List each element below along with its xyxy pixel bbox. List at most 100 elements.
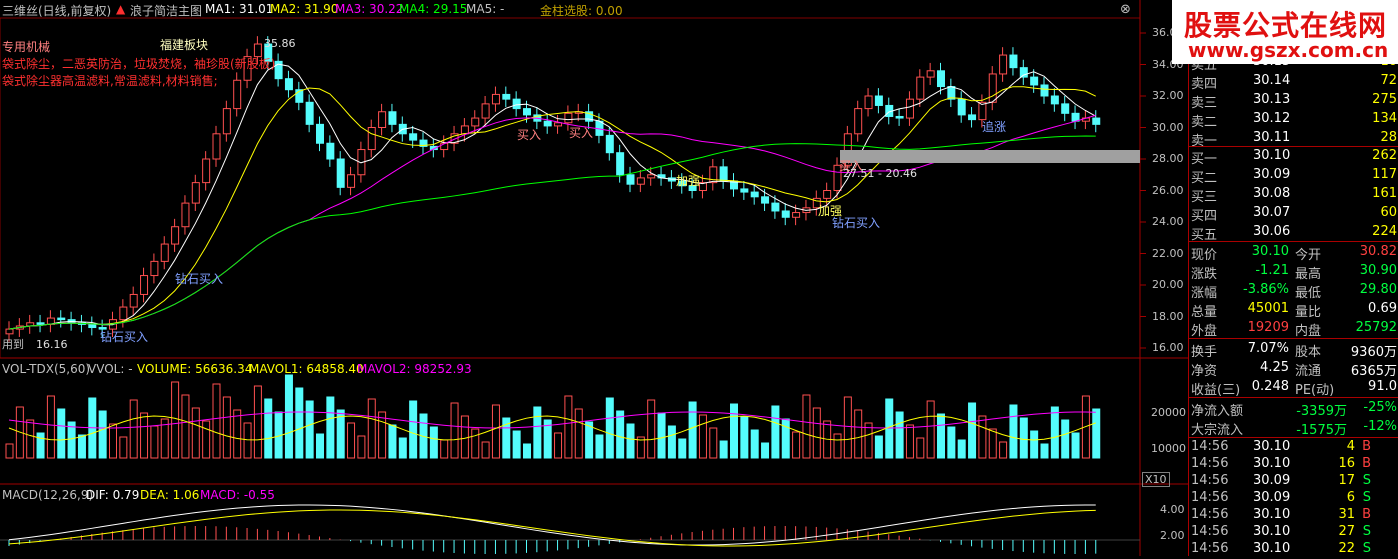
tick-row[interactable]: 14:56 30.10 22 S	[1189, 540, 1398, 559]
volume-bar	[688, 401, 697, 459]
flow-row[interactable]: 大宗流入 -1575万 -12%	[1189, 418, 1398, 438]
high-price-label: 35.86	[264, 37, 296, 50]
vol-tick-10000: 10000	[1151, 442, 1186, 455]
volume-bar	[1071, 432, 1080, 459]
volume-bar	[1040, 443, 1049, 459]
volume-indicator-name[interactable]: VOL-TDX(5,60)	[2, 362, 90, 376]
candle-body	[409, 133, 418, 141]
volume-bar	[926, 400, 935, 459]
site-logo: 股票公式在线网 www.gszx.com.cn	[1172, 0, 1398, 64]
quote-row[interactable]: 总量 45001 量比 0.69	[1189, 300, 1398, 320]
candle-body	[202, 158, 211, 184]
quote-label-2: 今开	[1295, 248, 1322, 263]
fund-row[interactable]: 净资 4.25 流通 6365万	[1189, 359, 1398, 379]
fund-label-2: 流通	[1295, 364, 1322, 379]
volume-bar	[605, 397, 614, 459]
stock-title[interactable]: 三维丝(日线,前复权)	[2, 2, 111, 19]
bid-row[interactable]: 买一 30.10 262	[1189, 147, 1398, 167]
candle-body	[968, 114, 977, 121]
tick-volume: 31	[1338, 507, 1355, 522]
quote-row[interactable]: 外盘 19209 内盘 25792	[1189, 319, 1398, 339]
dif-line	[8, 504, 1096, 546]
candle-body	[988, 73, 997, 103]
fund-row[interactable]: 换手 7.07% 股本 9360万	[1189, 340, 1398, 360]
volume-bar	[719, 440, 728, 459]
volume-bar	[874, 435, 883, 459]
buy-label-1: 买入	[517, 128, 542, 142]
volume-bar	[988, 428, 997, 459]
ma5-value: MA5: -	[466, 2, 505, 16]
price-tick: 20.00	[1152, 278, 1184, 291]
volume-bar	[1050, 406, 1059, 459]
ask-row[interactable]: 卖三 30.13 275	[1189, 91, 1398, 111]
vvol-value: VVOL: -	[88, 362, 133, 376]
fund-value-2: 6365万	[1350, 364, 1397, 379]
bid-row[interactable]: 买四 30.07 60	[1189, 204, 1398, 224]
tick-price: 30.10	[1253, 456, 1291, 471]
indicator-name[interactable]: 浪子简洁主图	[130, 2, 202, 19]
fund-label: 换手	[1191, 345, 1218, 360]
ask-row[interactable]: 卖二 30.12 134	[1189, 110, 1398, 130]
candle-body	[864, 95, 873, 110]
candle-body	[88, 323, 97, 329]
ask-price: 30.14	[1253, 73, 1291, 88]
bid-row[interactable]: 买二 30.09 117	[1189, 166, 1398, 186]
candle-body	[191, 182, 200, 204]
volume-bar	[554, 432, 563, 459]
volume-bar	[440, 439, 449, 459]
candle-body	[761, 196, 770, 204]
fund-row[interactable]: 收益(三) 0.248 PE(动) 91.0	[1189, 378, 1398, 398]
kline-chart[interactable]: 三维丝(日线,前复权) ▲ 浪子简洁主图 MA1: 31.01 MA2: 31.…	[0, 0, 1188, 556]
candle-body	[792, 212, 801, 218]
price-tick: 28.00	[1152, 152, 1184, 165]
volume-bar	[5, 443, 14, 459]
flow-pct: -25%	[1363, 400, 1397, 415]
macd-indicator-name[interactable]: MACD(12,26,9)	[2, 488, 93, 502]
candle-body	[212, 133, 221, 160]
bid-row[interactable]: 买三 30.08 161	[1189, 185, 1398, 205]
ma4-value: MA4: 29.15	[399, 2, 468, 16]
quote-row[interactable]: 涨跌 -1.21 最高 30.90	[1189, 262, 1398, 282]
flow-row[interactable]: 净流入额 -3359万 -25%	[1189, 399, 1398, 419]
ask-volume: 72	[1380, 73, 1397, 88]
bid-price: 30.08	[1253, 186, 1291, 201]
quote-label-2: 内盘	[1295, 324, 1322, 339]
volume-bar	[616, 410, 625, 459]
buy-label-2: 买入	[569, 126, 594, 140]
mavol2-value: MAVOL2: 98252.93	[357, 362, 472, 376]
candle-body	[999, 54, 1008, 75]
candle-body	[140, 275, 149, 295]
candle-body	[347, 174, 356, 188]
volume-bar	[233, 409, 242, 459]
candle-body	[1050, 95, 1059, 105]
candle-body	[491, 93, 500, 105]
volume-bar	[243, 422, 252, 459]
volume-bar	[916, 437, 925, 459]
candle-body	[750, 191, 759, 198]
ma-line	[8, 63, 1096, 330]
volume-bar	[947, 426, 956, 459]
price-tick: 30.00	[1152, 120, 1184, 134]
volume-bar	[905, 424, 914, 459]
candle-body	[222, 108, 231, 135]
quote-panel: 卖五30.1510卖四30.1472卖三30.13275卖二30.12134卖一…	[1188, 0, 1398, 556]
quote-row[interactable]: 现价 30.10 今开 30.82	[1189, 243, 1398, 263]
dif-value: DIF: 0.79	[86, 488, 140, 502]
volume-header: VOL-TDX(5,60) VVOL: - VOLUME: 56636.34 M…	[0, 360, 1188, 378]
close-icon[interactable]: ⊗	[1120, 2, 1131, 17]
volume-bar	[937, 413, 945, 459]
bid-label: 买四	[1191, 209, 1218, 224]
fund-label-2: PE(动)	[1295, 383, 1335, 398]
quote-label: 外盘	[1191, 324, 1218, 339]
fund-value-2: 9360万	[1350, 345, 1397, 360]
bid-row[interactable]: 买五 30.06 224	[1189, 223, 1398, 243]
quote-label-2: 最低	[1295, 286, 1322, 301]
bid-price: 30.09	[1253, 167, 1291, 182]
candle-body	[554, 122, 563, 127]
quote-row[interactable]: 涨幅 -3.86% 最低 29.80	[1189, 281, 1398, 301]
volume-bar	[574, 408, 583, 459]
tick-side: S	[1362, 473, 1371, 488]
concept-label-1: 袋式除尘，二恶英防治，垃圾焚烧，袖珍股(新股板)	[2, 57, 276, 71]
quote-value: 45001	[1247, 301, 1289, 316]
ask-row[interactable]: 卖四 30.14 72	[1189, 72, 1398, 92]
